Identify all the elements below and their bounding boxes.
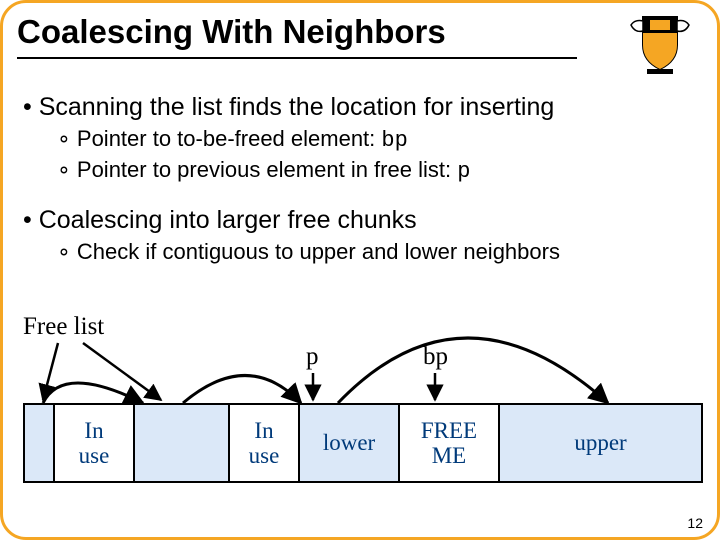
- block-freeme: FREE ME: [400, 405, 500, 481]
- content-area: Scanning the list finds the location for…: [23, 83, 697, 265]
- inuse-d-bot: use: [249, 443, 280, 468]
- b1s2-code: p: [457, 159, 470, 184]
- lower-label: lower: [323, 430, 375, 455]
- free-list-label: Free list: [23, 313, 104, 341]
- bullet-1: Scanning the list finds the location for…: [23, 93, 697, 122]
- slide: Coalescing With Neighbors Scanning the l…: [0, 0, 720, 540]
- memory-diagram: In use In use lower FREE ME upper: [23, 403, 703, 483]
- b1s1-code: bp: [381, 128, 407, 153]
- b1s1-text: Pointer to to-be-freed element:: [77, 126, 382, 151]
- block-lower: lower: [300, 405, 400, 481]
- pointer-bp-label: bp: [423, 343, 448, 371]
- inuse-b-bot: use: [79, 443, 110, 468]
- slide-title: Coalescing With Neighbors: [17, 13, 577, 51]
- bullet-2-sub-1: Check if contiguous to upper and lower n…: [57, 239, 697, 265]
- title-wrap: Coalescing With Neighbors: [17, 13, 577, 59]
- bullet-1-sub-1: Pointer to to-be-freed element: bp: [57, 126, 697, 153]
- princeton-shield-icon: [625, 11, 695, 75]
- inuse-d-top: In: [254, 418, 273, 443]
- bullet-2: Coalescing into larger free chunks: [23, 206, 697, 235]
- bullet-1-sub-2: Pointer to previous element in free list…: [57, 157, 697, 184]
- block-inuse-d: In use: [230, 405, 300, 481]
- block-free-a: [25, 405, 55, 481]
- block-upper: upper: [500, 405, 701, 481]
- block-free-c: [135, 405, 230, 481]
- page-number: 12: [687, 515, 703, 531]
- block-inuse-b: In use: [55, 405, 135, 481]
- freeme-bot: ME: [432, 443, 467, 468]
- pointer-p-label: p: [306, 343, 319, 371]
- b1s2-text: Pointer to previous element in free list…: [77, 157, 457, 182]
- inuse-b-top: In: [84, 418, 103, 443]
- freeme-top: FREE: [421, 418, 477, 443]
- upper-label: upper: [574, 430, 626, 455]
